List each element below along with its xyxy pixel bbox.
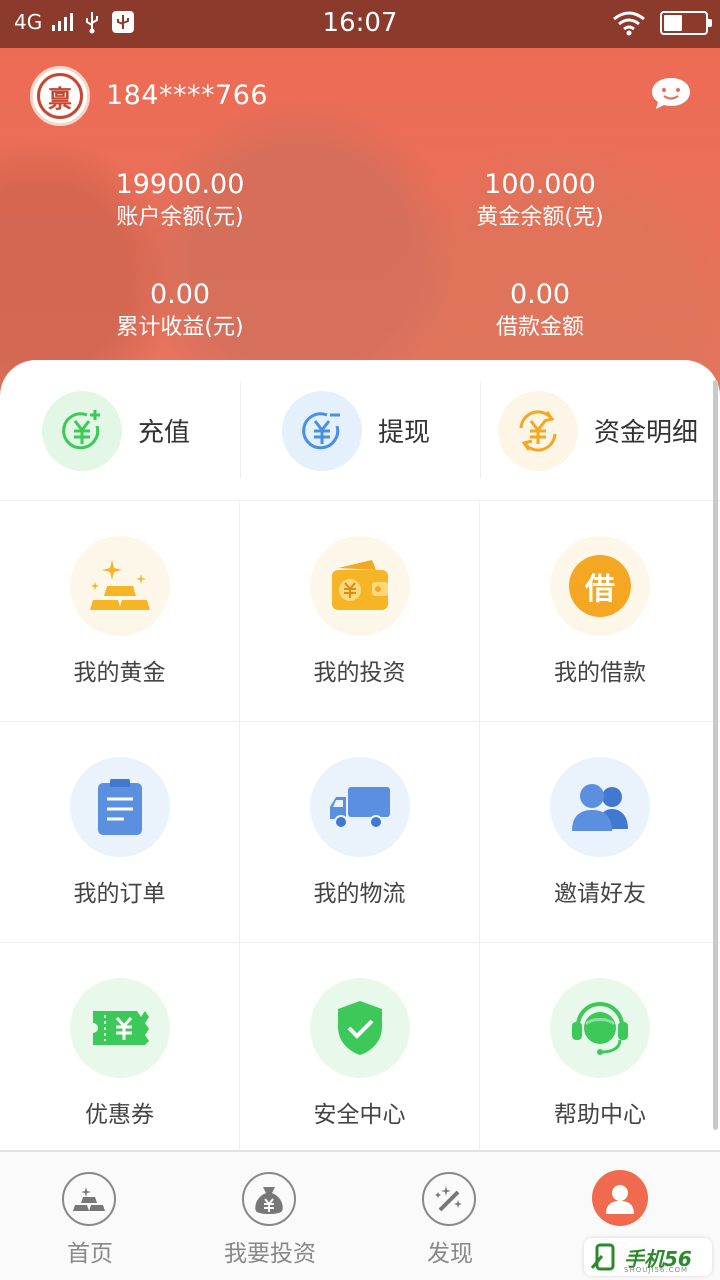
- scrollbar[interactable]: [713, 380, 718, 1130]
- stat-value: 19900.00: [115, 169, 245, 200]
- security-center-item[interactable]: 安全中心: [240, 943, 480, 1164]
- withdraw-icon: [282, 390, 362, 471]
- my-loan-label: 我的借款: [554, 660, 646, 686]
- account-header: 禀 184****766 19900.00 账户余额(元) 100.000 黄金…: [0, 48, 720, 408]
- menu-grid: 我的黄金 我的投资 借 我的借款 我的订单 我的物流 邀请好友 优惠券 安全中心…: [0, 501, 720, 1164]
- invite-friends-item[interactable]: 邀请好友: [480, 722, 720, 943]
- withdraw-label: 提现: [378, 418, 431, 448]
- nav-home[interactable]: 首页: [0, 1152, 180, 1280]
- help-center-item[interactable]: 帮助中心: [480, 943, 720, 1164]
- fund-detail-icon: [498, 390, 578, 471]
- home-gold-icon: [62, 1172, 116, 1226]
- magic-wand-icon: [422, 1172, 476, 1226]
- stat-label: 借款金额: [495, 315, 584, 340]
- nav-home-label: 首页: [67, 1241, 113, 1267]
- watermark-phone-icon: [590, 1243, 615, 1271]
- coupon-icon: [70, 978, 170, 1078]
- my-logistics-label: 我的物流: [313, 881, 406, 907]
- menu-card: 充值 提现 资金明细 我的黄金 我的投资 借 我的借款 我的订单 我的物流 邀请…: [0, 360, 720, 1164]
- status-right: [612, 10, 712, 36]
- shield-icon: [310, 978, 410, 1078]
- my-investment-item[interactable]: 我的投资: [240, 501, 480, 722]
- clipboard-icon: [70, 757, 170, 857]
- gold-bars-icon: [70, 536, 170, 636]
- headset-icon: [550, 978, 650, 1078]
- person-icon: [592, 1170, 648, 1226]
- stat-account-balance[interactable]: 19900.00 账户余额(元): [0, 168, 360, 234]
- coupons-label: 优惠券: [85, 1102, 154, 1128]
- nav-invest[interactable]: 我要投资: [180, 1152, 360, 1280]
- stat-gold-balance[interactable]: 100.000 黄金余额(克): [360, 168, 720, 234]
- my-orders-item[interactable]: 我的订单: [0, 722, 240, 943]
- quick-actions: 充值 提现 资金明细: [0, 360, 720, 501]
- recharge-button[interactable]: 充值: [0, 360, 240, 501]
- truck-icon: [310, 757, 410, 857]
- withdraw-button[interactable]: 提现: [240, 360, 480, 501]
- stat-label: 黄金余额(克): [476, 205, 604, 230]
- nav-discover-label: 发现: [427, 1241, 473, 1267]
- stat-label: 累计收益(元): [116, 315, 244, 340]
- my-loan-item[interactable]: 借 我的借款: [480, 501, 720, 722]
- my-logistics-item[interactable]: 我的物流: [240, 722, 480, 943]
- stat-value: 100.000: [484, 169, 596, 200]
- loan-badge: 借: [569, 555, 631, 617]
- recharge-label: 充值: [138, 418, 191, 448]
- fund-detail-label: 资金明细: [594, 418, 699, 448]
- stat-label: 账户余额(元): [116, 205, 244, 230]
- watermark-subtext: SHOUJI56.COM: [624, 1266, 689, 1274]
- invite-friends-label: 邀请好友: [554, 881, 646, 907]
- fund-detail-button[interactable]: 资金明细: [480, 360, 720, 501]
- wallet-icon: [310, 536, 410, 636]
- money-bag-icon: [242, 1172, 296, 1226]
- stat-total-earnings[interactable]: 0.00 累计收益(元): [0, 278, 360, 344]
- watermark: 手机56 SHOUJI56.COM: [584, 1238, 712, 1276]
- stat-value: 0.00: [149, 279, 211, 310]
- wifi-icon: [613, 11, 645, 36]
- nav-discover[interactable]: 发现: [360, 1152, 540, 1280]
- my-gold-label: 我的黄金: [73, 660, 166, 686]
- loan-icon: 借: [550, 536, 650, 636]
- stat-loan-amount[interactable]: 0.00 借款金额: [360, 278, 720, 344]
- security-center-label: 安全中心: [313, 1102, 406, 1128]
- nav-invest-label: 我要投资: [224, 1241, 316, 1267]
- avatar-logo: 禀: [37, 73, 83, 119]
- status-bar: 4G 16:07: [0, 0, 720, 48]
- recharge-icon: [42, 390, 122, 471]
- my-orders-label: 我的订单: [73, 881, 166, 907]
- my-investment-label: 我的投资: [313, 660, 406, 686]
- message-icon[interactable]: [650, 76, 692, 112]
- coupons-item[interactable]: 优惠券: [0, 943, 240, 1164]
- battery-icon: [660, 11, 712, 35]
- stat-value: 0.00: [509, 279, 571, 310]
- help-center-label: 帮助中心: [554, 1102, 646, 1128]
- friends-icon: [550, 757, 650, 857]
- avatar[interactable]: 禀: [30, 66, 90, 126]
- phone-number: 184****766: [106, 80, 269, 111]
- my-gold-item[interactable]: 我的黄金: [0, 501, 240, 722]
